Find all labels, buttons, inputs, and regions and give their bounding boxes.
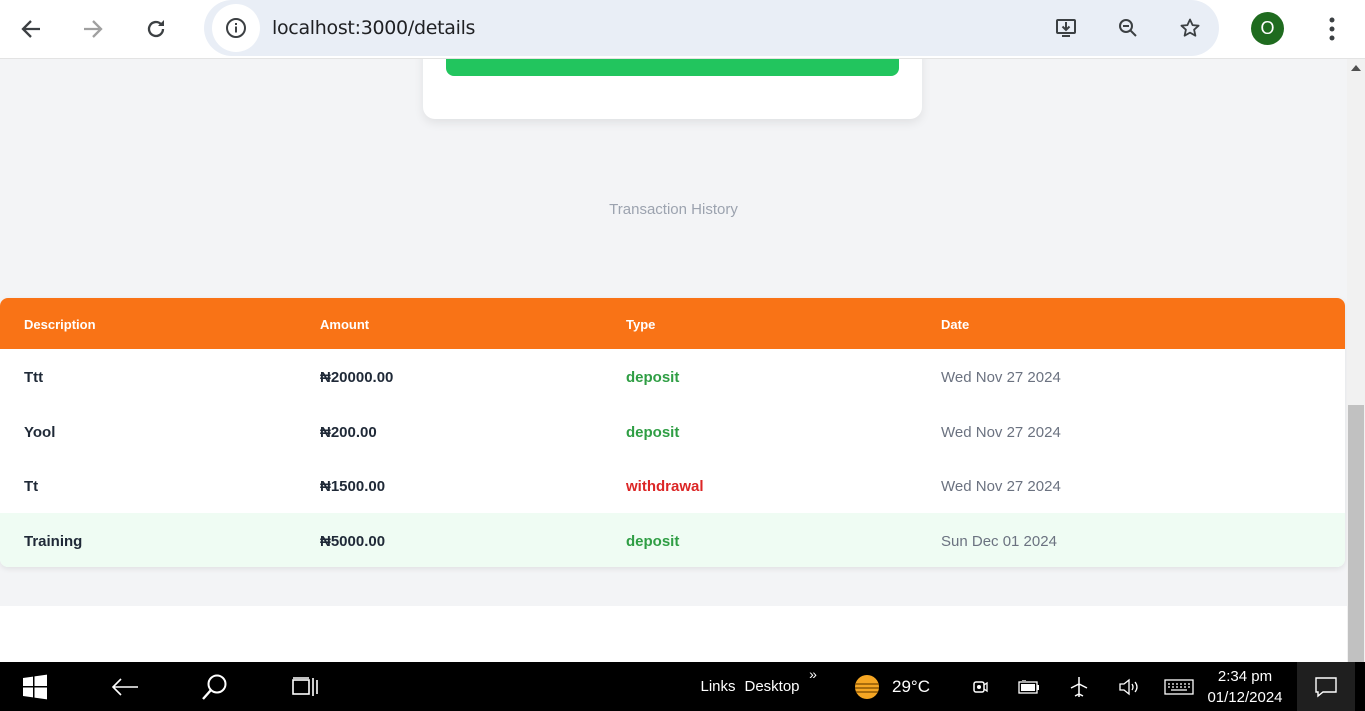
- scroll-thumb[interactable]: [1348, 405, 1364, 662]
- table-header: Description Amount Type Date: [0, 298, 1345, 349]
- weather-button[interactable]: [850, 662, 884, 711]
- cell-date: Wed Nov 27 2024: [941, 478, 1061, 495]
- site-info-button[interactable]: [212, 4, 260, 52]
- transaction-history-title: Transaction History: [609, 201, 738, 218]
- zoom-button[interactable]: [1112, 12, 1144, 44]
- menu-button[interactable]: [1312, 9, 1352, 49]
- cell-amount: ₦20000.00: [320, 369, 394, 386]
- links-toolbar[interactable]: Links: [700, 662, 736, 711]
- toolbar-overflow-button[interactable]: »: [806, 662, 820, 686]
- keyboard-button[interactable]: [1160, 662, 1198, 711]
- cell-amount: ₦5000.00: [320, 532, 386, 550]
- links-label: Links: [700, 678, 736, 695]
- task-view-icon: [292, 676, 318, 696]
- back-arrow-icon: [111, 677, 138, 696]
- zoom-out-icon: [1119, 19, 1137, 37]
- cell-description: Tt: [24, 478, 39, 495]
- taskbar-back-button[interactable]: [102, 662, 148, 711]
- install-app-button[interactable]: [1050, 12, 1082, 44]
- browser-toolbar: localhost:3000/details O: [0, 0, 1365, 59]
- back-button[interactable]: [11, 9, 51, 49]
- page-background: Add Transaction Transaction History Desc…: [0, 59, 1347, 606]
- weather-temperature-container[interactable]: 29°C: [888, 662, 934, 711]
- header-amount: Amount: [320, 317, 370, 332]
- cell-date: Sun Dec 01 2024: [941, 532, 1057, 550]
- taskbar: Links Desktop » 29°C 2:34 pm 01/12/2024: [0, 662, 1365, 711]
- transaction-table: Description Amount Type Date Ttt ₦20000.…: [0, 298, 1345, 567]
- reload-button[interactable]: [136, 9, 176, 49]
- camera-icon: [973, 680, 988, 693]
- task-view-button[interactable]: [282, 662, 328, 711]
- volume-status[interactable]: [1114, 662, 1144, 711]
- airplane-mode-status[interactable]: [1064, 662, 1094, 711]
- cell-amount: ₦1500.00: [320, 478, 386, 495]
- cell-date: Wed Nov 27 2024: [941, 423, 1061, 441]
- info-icon: [226, 18, 246, 38]
- more-vert-icon: [1329, 17, 1335, 41]
- cell-type: deposit: [626, 423, 680, 441]
- bookmark-button[interactable]: [1174, 12, 1206, 44]
- table-row: Ttt ₦20000.00 deposit Wed Nov 27 2024: [0, 349, 1345, 404]
- keyboard-icon: [1164, 678, 1194, 695]
- airplane-icon: [1070, 676, 1088, 697]
- battery-icon: [1018, 679, 1039, 694]
- search-button[interactable]: [192, 662, 238, 711]
- header-description: Description: [24, 317, 96, 332]
- forward-arrow-icon: [84, 20, 103, 38]
- desktop-toolbar[interactable]: Desktop: [742, 662, 802, 711]
- table-row: Training ₦5000.00 deposit Sun Dec 01 202…: [0, 512, 1345, 567]
- clock[interactable]: 2:34 pm 01/12/2024: [1206, 666, 1284, 708]
- clock-date: 01/12/2024: [1207, 689, 1283, 706]
- star-icon: [1180, 18, 1200, 37]
- header-type: Type: [626, 317, 656, 332]
- forward-button[interactable]: [73, 9, 113, 49]
- battery-status[interactable]: [1014, 662, 1044, 711]
- cell-description: Yool: [24, 423, 56, 441]
- cell-amount: ₦200.00: [320, 423, 377, 441]
- sun-haze-icon: [855, 674, 879, 699]
- back-arrow-icon: [21, 20, 40, 38]
- cell-description: Ttt: [24, 369, 44, 386]
- table-row: Tt ₦1500.00 withdrawal Wed Nov 27 2024: [0, 458, 1345, 513]
- search-icon: [202, 674, 227, 700]
- notification-icon: [1315, 676, 1337, 697]
- weather-temperature: 29°C: [892, 676, 930, 696]
- cell-description: Training: [24, 532, 83, 550]
- address-bar[interactable]: localhost:3000/details: [204, 0, 1219, 56]
- windows-logo-icon: [23, 674, 47, 699]
- reload-icon: [147, 20, 165, 38]
- cell-type: withdrawal: [626, 478, 704, 495]
- install-icon: [1056, 19, 1076, 37]
- desktop-label: Desktop: [744, 678, 800, 695]
- transaction-form-card: Add Transaction: [423, 59, 922, 119]
- notifications-button[interactable]: [1297, 662, 1355, 711]
- cell-type: deposit: [626, 369, 680, 386]
- speaker-icon: [1119, 678, 1138, 695]
- url-text[interactable]: localhost:3000/details: [272, 17, 475, 39]
- scroll-up-arrow-icon[interactable]: [1351, 65, 1361, 71]
- start-button[interactable]: [12, 662, 58, 711]
- cell-type: deposit: [626, 532, 680, 550]
- camera-status[interactable]: [966, 662, 994, 711]
- table-row: Yool ₦200.00 deposit Wed Nov 27 2024: [0, 404, 1345, 459]
- page-scrollbar[interactable]: [1347, 59, 1365, 662]
- profile-avatar[interactable]: O: [1251, 12, 1284, 45]
- clock-time: 2:34 pm: [1217, 668, 1273, 685]
- header-date: Date: [941, 317, 970, 332]
- page-viewport: Add Transaction Transaction History Desc…: [0, 59, 1365, 662]
- add-transaction-button[interactable]: Add Transaction: [446, 59, 899, 76]
- cell-date: Wed Nov 27 2024: [941, 369, 1061, 386]
